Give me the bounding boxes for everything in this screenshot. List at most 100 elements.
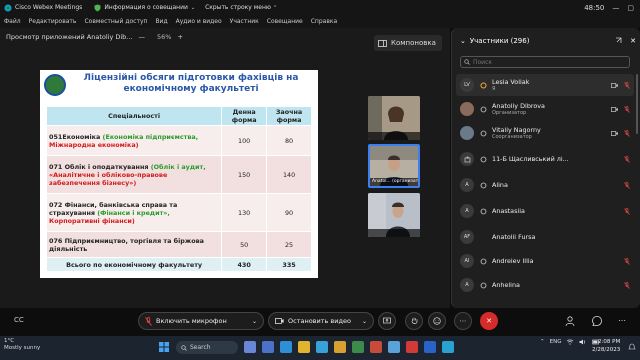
- camera-icon[interactable]: [611, 130, 618, 136]
- hide-menu-button[interactable]: Скрыть строку меню ⌃: [205, 4, 277, 11]
- specialty-name: 051Економіка (Економіка підприємства, Мі…: [45, 125, 223, 156]
- camera-icon[interactable]: [611, 82, 618, 88]
- participant-row[interactable]: LV Lesia Voliak Я: [456, 74, 634, 96]
- taskbar-app-icon[interactable]: [298, 341, 310, 353]
- raise-hand-button[interactable]: [405, 312, 423, 330]
- maximize-icon[interactable]: ▢: [627, 4, 634, 12]
- taskbar-app-icon[interactable]: [424, 341, 436, 353]
- participant-row[interactable]: 11-Б Щасливський лі...: [456, 148, 634, 170]
- volume-icon[interactable]: [579, 339, 587, 345]
- participant-row[interactable]: A Anhelina: [456, 274, 634, 296]
- zoom-out-button[interactable]: —: [139, 33, 146, 41]
- taskbar-app-icon[interactable]: [388, 341, 400, 353]
- video-tile-active[interactable]: Anatol... (организатор): [368, 144, 420, 188]
- search-input[interactable]: [473, 58, 613, 66]
- participants-toggle-icon[interactable]: [564, 315, 576, 327]
- menu-share[interactable]: Совместный доступ: [84, 18, 147, 25]
- mic-muted-icon[interactable]: [624, 281, 630, 289]
- minimize-icon[interactable]: —: [612, 4, 619, 12]
- menu-audio-video[interactable]: Аудио и видео: [176, 18, 222, 25]
- taskbar-app-icon[interactable]: [280, 341, 292, 353]
- participant-row[interactable]: A Anastasiia: [456, 200, 634, 222]
- video-tile[interactable]: [368, 96, 420, 140]
- participants-panel: ⌄ Участники (296) ✕ LV Lesia Voliak Я: [451, 28, 640, 308]
- leave-meeting-button[interactable]: ✕: [480, 312, 498, 330]
- taskbar-app-icon[interactable]: [442, 341, 454, 353]
- taskbar-app-icon[interactable]: [352, 341, 364, 353]
- specialty-name: 072 Фінанси, банківська справа та страху…: [45, 193, 223, 232]
- participant-row[interactable]: AI Andreiev Illia: [456, 250, 634, 272]
- avatar: A: [460, 278, 474, 292]
- more-panels-icon[interactable]: ⋯: [618, 316, 626, 325]
- menu-edit[interactable]: Редактировать: [29, 18, 77, 25]
- weather-desc: Mostly sunny: [4, 345, 41, 351]
- status-icon: [478, 182, 488, 189]
- share-button[interactable]: [378, 312, 396, 330]
- participant-row[interactable]: Anatoliy Dibrova Организатор: [456, 98, 634, 120]
- chevron-up-icon[interactable]: ⌃: [540, 339, 545, 345]
- menu-participant[interactable]: Участник: [230, 18, 259, 25]
- menu-help[interactable]: Справка: [311, 18, 337, 25]
- taskbar-app-icon[interactable]: [370, 341, 382, 353]
- layout-icon: [378, 39, 387, 47]
- search-icon: [464, 59, 470, 65]
- mic-muted-icon[interactable]: [624, 81, 630, 89]
- chevron-down-icon[interactable]: ⌄: [252, 318, 257, 325]
- unmute-button[interactable]: Включить микрофон ⌄: [138, 312, 264, 330]
- taskbar-app-icon[interactable]: [244, 341, 256, 353]
- extramural-value: 80: [266, 125, 312, 156]
- mic-muted-icon[interactable]: [624, 207, 630, 215]
- slide-title: Ліцензійні обсяги підготовки фахівців на…: [83, 73, 299, 94]
- participant-row[interactable]: A Alina: [456, 174, 634, 196]
- share-label[interactable]: Просмотр приложений Anatoliy Dib...: [6, 33, 133, 41]
- chat-icon[interactable]: [591, 315, 603, 327]
- windows-start-icon[interactable]: [158, 341, 170, 353]
- stop-video-button[interactable]: Остановить видео ⌄: [268, 312, 374, 330]
- webex-logo-icon: [4, 4, 12, 12]
- more-options-button[interactable]: ⋯: [454, 312, 472, 330]
- mic-muted-icon[interactable]: [624, 181, 630, 189]
- mic-muted-icon[interactable]: [624, 105, 630, 113]
- menu-file[interactable]: Файл: [4, 18, 21, 25]
- mic-muted-icon: [145, 316, 152, 326]
- weather-widget[interactable]: 1°C Mostly sunny: [4, 338, 40, 352]
- notifications-icon[interactable]: [628, 343, 636, 351]
- reactions-button[interactable]: [428, 312, 446, 330]
- close-icon[interactable]: ✕: [630, 37, 636, 45]
- taskbar-app-icon[interactable]: [406, 341, 418, 353]
- menu-view[interactable]: Вид: [155, 18, 167, 25]
- layout-button[interactable]: Компоновка: [374, 35, 442, 51]
- video-caption: Anatol... (организатор): [370, 178, 418, 186]
- participant-row[interactable]: Vitaliy Nagorny Соорганизатор: [456, 122, 634, 144]
- collapse-chevron-icon[interactable]: ⌄: [460, 37, 466, 45]
- taskbar-clock[interactable]: 2:08 PM 2/28/2023: [592, 338, 620, 354]
- search-icon: [181, 344, 187, 351]
- participant-search[interactable]: [460, 56, 630, 68]
- more-icon: ⋯: [459, 317, 467, 325]
- panel-scrollbar[interactable]: [636, 74, 638, 134]
- taskbar-app-icon[interactable]: [316, 341, 328, 353]
- taskbar-app-icon[interactable]: [262, 341, 274, 353]
- meeting-info-button[interactable]: Информация о совещании ⌄: [94, 4, 195, 12]
- clock-time: 2:08 PM: [598, 339, 621, 345]
- status-icon: [478, 208, 488, 215]
- extramural-value: 90: [266, 193, 312, 232]
- participant-role: Соорганизатор: [492, 134, 532, 140]
- video-tile[interactable]: [368, 193, 420, 237]
- wifi-icon[interactable]: [566, 339, 574, 345]
- mic-muted-icon[interactable]: [624, 257, 630, 265]
- share-bar: Просмотр приложений Anatoliy Dib... — 56…: [0, 30, 205, 44]
- popout-icon[interactable]: [615, 37, 622, 45]
- participant-role: Организатор: [492, 110, 527, 116]
- zoom-in-button[interactable]: +: [177, 33, 182, 41]
- mic-muted-icon[interactable]: [624, 155, 630, 163]
- language-indicator[interactable]: ENG: [550, 339, 562, 345]
- captions-icon[interactable]: CC: [14, 316, 24, 324]
- menu-meeting[interactable]: Совещание: [267, 18, 303, 25]
- camera-icon[interactable]: [611, 106, 618, 112]
- taskbar-app-icon[interactable]: [334, 341, 346, 353]
- participant-row[interactable]: AF Anatolii Fursa: [456, 226, 634, 248]
- taskbar-search[interactable]: Search: [176, 341, 238, 354]
- mic-muted-icon[interactable]: [624, 129, 630, 137]
- chevron-down-icon[interactable]: ⌄: [362, 318, 367, 325]
